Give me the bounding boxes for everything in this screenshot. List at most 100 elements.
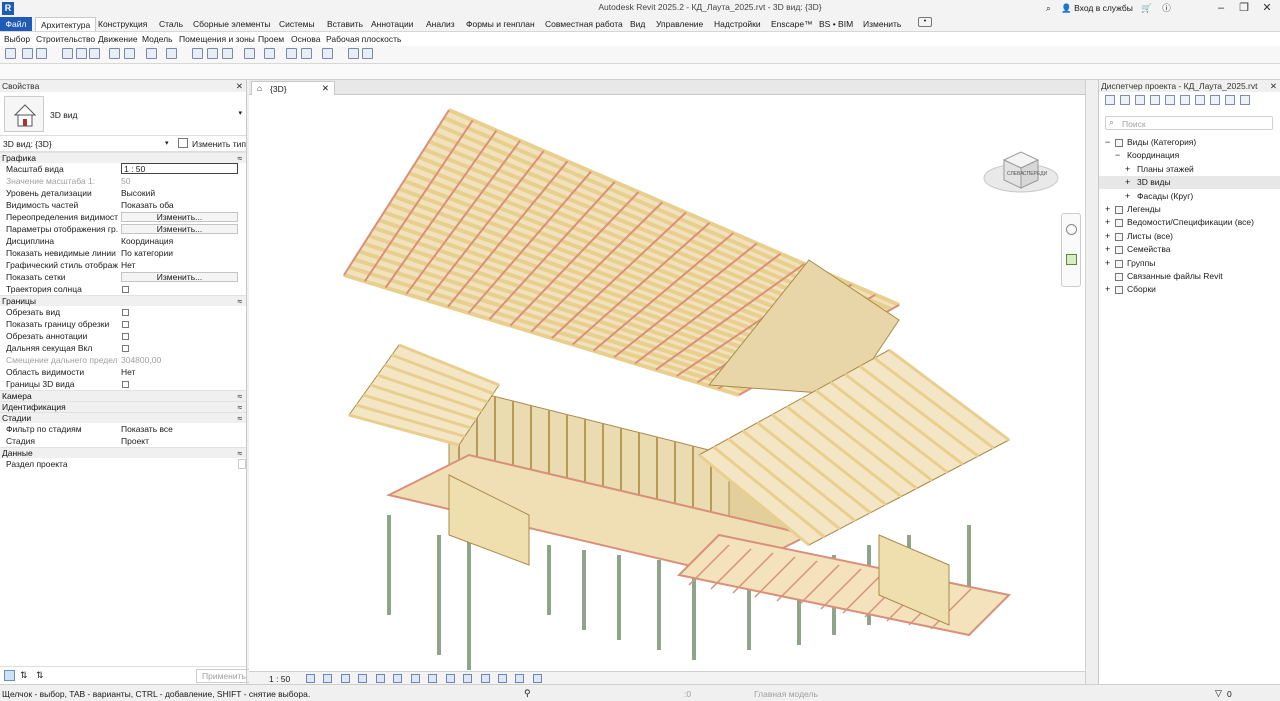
expand-icon[interactable]: + xyxy=(1105,230,1110,243)
browser-tool-icon-1[interactable] xyxy=(1120,95,1130,105)
borders_rows-row[interactable]: Смещение дальнего предел... 304800,00 xyxy=(0,354,246,366)
sort-icon[interactable]: ⇅ xyxy=(20,670,28,681)
properties-help-icon[interactable] xyxy=(4,670,15,681)
toolbar-icon-7[interactable] xyxy=(124,48,135,59)
toolbar-icon-16[interactable] xyxy=(301,48,312,59)
viewcube[interactable]: СЛЕВА СПЕРЕДИ xyxy=(976,130,1066,200)
section-stages[interactable]: Стадии ≈ xyxy=(0,412,246,423)
signin-area[interactable]: ⌕ 👤 Вход в службы 🛒 ⓘ xyxy=(1046,2,1171,14)
tree-item[interactable]: − Координация xyxy=(1099,149,1280,162)
view-control-icon-3[interactable] xyxy=(358,674,367,683)
property-value[interactable]: Изменить... xyxy=(121,272,238,282)
borders_rows-row[interactable]: Область видимости Нет xyxy=(0,366,246,378)
type-selector[interactable]: 3D вид ▾ xyxy=(0,92,246,136)
checkbox[interactable] xyxy=(122,345,129,352)
worksets-icon[interactable]: ⚲ xyxy=(524,688,531,699)
tree-item[interactable]: − Виды (Категория) xyxy=(1099,136,1280,149)
view-control-icon-12[interactable] xyxy=(515,674,524,683)
tab-11[interactable]: Вид xyxy=(625,17,650,31)
data_rows-row[interactable]: Раздел проекта xyxy=(0,458,246,470)
view-control-icon-6[interactable] xyxy=(411,674,420,683)
search-icon[interactable]: ⌕ xyxy=(1046,3,1051,13)
property-value[interactable] xyxy=(238,459,246,469)
subtab-6[interactable]: Основа xyxy=(291,34,320,44)
minimize-button[interactable]: – xyxy=(1212,1,1230,15)
borders_rows-row[interactable]: Границы 3D вида xyxy=(0,378,246,390)
checkbox[interactable] xyxy=(122,321,129,328)
tab-file[interactable]: Файл xyxy=(0,17,32,31)
subtab-3[interactable]: Модель xyxy=(142,34,173,44)
edit-type-button[interactable]: Изменить тип xyxy=(192,139,246,149)
view-control-icon-5[interactable] xyxy=(393,674,402,683)
borders_rows-row[interactable]: Дальняя секущая Вкл xyxy=(0,342,246,354)
tab-1[interactable]: Архитектура xyxy=(35,17,97,31)
chevron-down-icon[interactable]: ▾ xyxy=(165,139,169,147)
subtab-5[interactable]: Проем xyxy=(258,34,284,44)
graphics_rows-row[interactable]: Траектория солнца xyxy=(0,283,246,295)
graphics_rows-row[interactable]: Дисциплина Координация xyxy=(0,235,246,247)
browser-search-placeholder[interactable]: Поиск xyxy=(1122,119,1146,129)
view-control-icon-7[interactable] xyxy=(428,674,437,683)
close-window-button[interactable]: ✕ xyxy=(1258,1,1276,15)
revit-app-button[interactable]: R xyxy=(2,2,14,15)
tab-14[interactable]: Enscape™ xyxy=(766,17,818,31)
collapse-icon[interactable]: − xyxy=(1115,149,1120,162)
property-value[interactable]: Изменить... xyxy=(121,212,238,222)
view-control-icon-4[interactable] xyxy=(376,674,385,683)
view-control-icon-13[interactable] xyxy=(533,674,542,683)
view-control-icon-9[interactable] xyxy=(463,674,472,683)
stages_rows-row[interactable]: Фильтр по стадиям Показать все xyxy=(0,423,246,435)
filter-icon[interactable]: ▽ xyxy=(1215,688,1222,699)
browser-search[interactable]: ⌕ Поиск xyxy=(1105,116,1273,130)
browser-tool-icon-9[interactable] xyxy=(1240,95,1250,105)
expand-icon[interactable]: + xyxy=(1105,216,1110,229)
close-icon[interactable]: ✕ xyxy=(236,80,243,92)
tab-6[interactable]: Вставить xyxy=(322,17,368,31)
toolbar-icon-11[interactable] xyxy=(207,48,218,59)
apply-button[interactable]: Применить xyxy=(196,669,252,683)
toolbar-icon-10[interactable] xyxy=(192,48,203,59)
browser-tool-icon-2[interactable] xyxy=(1135,95,1145,105)
toolbar-icon-17[interactable] xyxy=(322,48,333,59)
property-value[interactable]: Изменить... xyxy=(121,224,238,234)
toolbar-icon-9[interactable] xyxy=(166,48,177,59)
borders_rows-row[interactable]: Обрезать вид xyxy=(0,306,246,318)
instance-selector[interactable]: 3D вид: {3D} xyxy=(3,139,52,149)
tab-3[interactable]: Сталь xyxy=(154,17,188,31)
signin-label[interactable]: Вход в службы xyxy=(1074,3,1133,13)
checkbox[interactable] xyxy=(122,381,129,388)
expand-icon[interactable]: + xyxy=(1125,163,1130,176)
view-control-icon-11[interactable] xyxy=(498,674,507,683)
cart-icon[interactable]: 🛒 xyxy=(1141,3,1152,13)
browser-tool-icon-7[interactable] xyxy=(1210,95,1220,105)
browser-tool-icon-0[interactable] xyxy=(1105,95,1115,105)
stages_rows-row[interactable]: Стадия Проект xyxy=(0,435,246,447)
tree-item[interactable]: + Планы этажей xyxy=(1099,163,1280,176)
chevron-down-icon[interactable]: ▾ xyxy=(238,109,242,117)
tab-13[interactable]: Надстройки xyxy=(709,17,766,31)
zoom-icon[interactable] xyxy=(1066,254,1077,265)
checkbox[interactable] xyxy=(122,309,129,316)
checkbox[interactable] xyxy=(122,333,129,340)
graphics_rows-row[interactable]: Масштаб вида 1 : 50 xyxy=(0,163,246,175)
checkbox[interactable] xyxy=(122,286,129,293)
tab-7[interactable]: Аннотации xyxy=(366,17,419,31)
tab-15[interactable]: BS • BIM xyxy=(814,17,858,31)
tab-16[interactable]: Изменить xyxy=(858,17,906,31)
tab-4[interactable]: Сборные элементы xyxy=(188,17,275,31)
ribbon-options-icon[interactable]: • xyxy=(918,17,932,27)
splitter[interactable] xyxy=(1085,80,1098,684)
tab-8[interactable]: Анализ xyxy=(421,17,460,31)
browser-tool-icon-4[interactable] xyxy=(1165,95,1175,105)
timber-frame-house-model[interactable] xyxy=(249,95,1085,671)
view-scale[interactable]: 1 : 50 xyxy=(269,674,290,684)
tree-item[interactable]: + Сборки xyxy=(1099,283,1280,296)
graphics_rows-row[interactable]: Видимость частей Показать оба xyxy=(0,199,246,211)
tab-9[interactable]: Формы и генплан xyxy=(461,17,540,31)
subtab-2[interactable]: Движение xyxy=(98,34,138,44)
toolbar-icon-6[interactable] xyxy=(109,48,120,59)
subtab-7[interactable]: Рабочая плоскость xyxy=(326,34,401,44)
section-borders[interactable]: Границы ≈ xyxy=(0,295,246,306)
browser-tool-icon-5[interactable] xyxy=(1180,95,1190,105)
borders_rows-row[interactable]: Показать границу обрезки xyxy=(0,318,246,330)
